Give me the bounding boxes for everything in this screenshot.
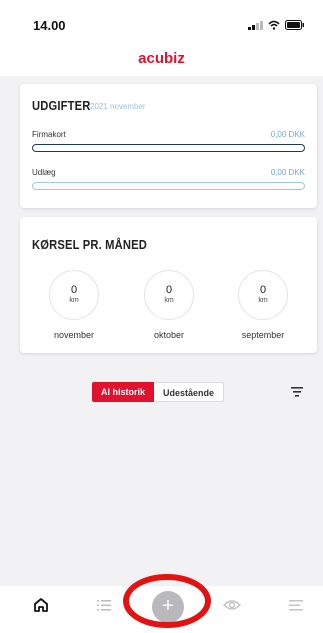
filter-icon[interactable]	[291, 387, 303, 397]
mileage-circle-october: 0 km	[144, 270, 194, 320]
expenses-period: 2021 november	[90, 102, 146, 111]
eye-icon[interactable]	[222, 595, 242, 615]
menu-icon[interactable]	[286, 595, 306, 615]
month-label: november	[53, 330, 95, 340]
dashboard-content: UDGIFTER 2021 november Firmakort 0,00 DK…	[0, 76, 323, 586]
mileage-card[interactable]: KØRSEL PR. MÅNED 0 km 0 km 0 km november…	[20, 217, 317, 353]
home-icon[interactable]	[31, 595, 51, 615]
signal-icon	[248, 20, 263, 30]
history-segmented-control: Al historik Udestående	[92, 382, 225, 402]
mileage-circle-september: 0 km	[238, 270, 288, 320]
company-card-value: 0,00 DKK	[270, 130, 305, 139]
app-screen: 14.00 acubiz UDGIFTER 2021 november Firm…	[0, 0, 323, 633]
outstanding-tab[interactable]: Udestående	[154, 382, 225, 402]
mileage-value: 0	[70, 284, 78, 296]
outlay-progress	[32, 182, 305, 190]
status-bar: 14.00	[0, 0, 323, 44]
brand-logo: acubiz	[138, 50, 185, 67]
company-card-label: Firmakort	[32, 130, 66, 139]
month-label: september	[241, 330, 285, 340]
outlay-label: Udlæg	[32, 168, 56, 177]
all-history-tab[interactable]: Al historik	[92, 382, 155, 402]
wifi-icon	[268, 20, 280, 30]
battery-icon	[285, 20, 304, 30]
month-label: oktober	[153, 330, 185, 340]
status-icons	[248, 20, 305, 30]
mileage-unit: km	[258, 297, 268, 304]
mileage-circle-november: 0 km	[49, 270, 99, 320]
expenses-title: UDGIFTER	[32, 98, 91, 113]
mileage-title: KØRSEL PR. MÅNED	[32, 237, 147, 252]
company-card-progress	[32, 144, 305, 152]
mileage-unit: km	[69, 297, 79, 304]
outlay-value: 0,00 DKK	[270, 168, 305, 177]
annotation-circle	[123, 574, 211, 628]
status-time: 14.00	[33, 18, 66, 33]
mileage-value: 0	[259, 284, 267, 296]
list-icon[interactable]	[94, 595, 114, 615]
mileage-value: 0	[165, 284, 173, 296]
mileage-unit: km	[164, 297, 174, 304]
expenses-card[interactable]: UDGIFTER 2021 november Firmakort 0,00 DK…	[20, 84, 317, 208]
